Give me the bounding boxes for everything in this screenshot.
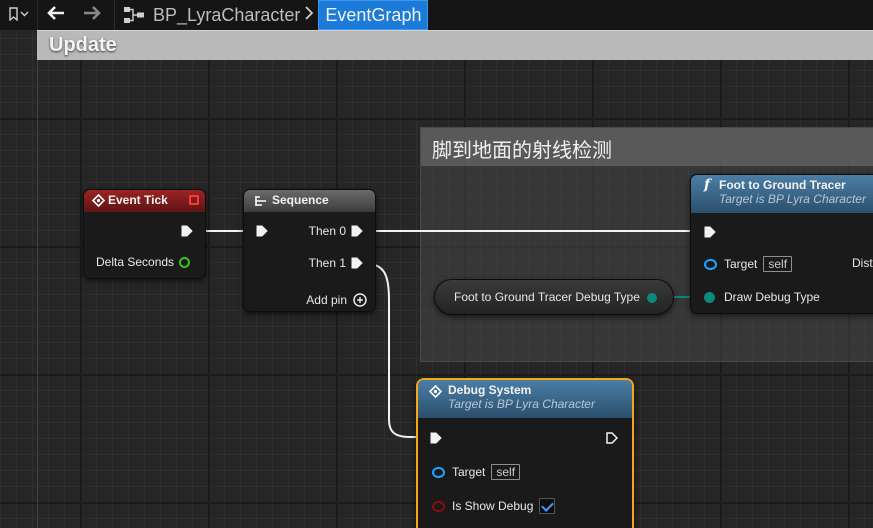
- sequence-icon: [253, 195, 267, 210]
- object-pin-icon[interactable]: [432, 466, 445, 478]
- blueprint-icon: [121, 0, 147, 30]
- toolbar-divider: [114, 0, 115, 30]
- foot-tracer-header: f Foot to Ground Tracer Target is BP Lyr…: [691, 175, 873, 213]
- tracer-target-label: Target: [724, 257, 758, 271]
- back-arrow-icon: [46, 5, 66, 26]
- forward-arrow-icon: [82, 5, 102, 26]
- debug-target-label: Target: [452, 465, 486, 479]
- then0-label: Then 0: [308, 224, 346, 238]
- bookmark-menu-button[interactable]: [0, 0, 38, 30]
- event-icon: [428, 384, 443, 401]
- add-pin-label: Add pin: [306, 293, 347, 307]
- enum-pin-icon[interactable]: [647, 293, 657, 303]
- is-show-debug-label: Is Show Debug: [452, 499, 534, 513]
- exec-in-pin[interactable]: [704, 226, 716, 238]
- forward-button[interactable]: [74, 0, 110, 30]
- tracer-draw-debug-label: Draw Debug Type: [724, 290, 820, 304]
- update-comment-title[interactable]: Update: [37, 30, 873, 60]
- float-pin-icon[interactable]: [179, 256, 191, 268]
- then0-row[interactable]: Then 0: [309, 224, 363, 238]
- foot-tracer-title: Foot to Ground Tracer: [719, 178, 846, 192]
- debug-target-row[interactable]: Target self: [432, 464, 521, 480]
- is-show-debug-checkbox[interactable]: [539, 498, 556, 514]
- event-tick-header: Event Tick: [84, 190, 205, 212]
- debug-system-header: Debug System Target is BP Lyra Character: [418, 380, 632, 418]
- exec-out-pin[interactable]: [181, 225, 193, 237]
- function-icon: f: [704, 177, 711, 193]
- enum-pin-icon[interactable]: [704, 291, 715, 303]
- exec-in-pin[interactable]: [256, 225, 268, 237]
- add-pin-button[interactable]: Add pin: [306, 293, 367, 307]
- event-icon: [91, 193, 106, 210]
- debug-system-subtitle: Target is BP Lyra Character: [448, 397, 595, 411]
- exec-in-pin[interactable]: [430, 432, 442, 444]
- debug-system-title: Debug System: [448, 383, 532, 397]
- then0-exec-pin[interactable]: [351, 225, 363, 237]
- graph-breadcrumb-bar: BP_LyraCharacter EventGraph: [0, 0, 873, 30]
- back-button[interactable]: [38, 0, 74, 30]
- debug-system-node[interactable]: Debug System Target is BP Lyra Character…: [416, 378, 634, 528]
- event-tick-title: Event Tick: [108, 193, 168, 207]
- foot-tracer-subtitle: Target is BP Lyra Character: [719, 192, 866, 206]
- breadcrumb-chevron-icon: [304, 5, 314, 26]
- delta-seconds-label: Delta Seconds: [96, 255, 175, 269]
- tracer-draw-debug-row[interactable]: Draw Debug Type: [704, 290, 820, 304]
- breadcrumb-blueprint[interactable]: BP_LyraCharacter: [153, 5, 300, 26]
- exec-out-pin[interactable]: [606, 432, 619, 444]
- bookmark-icon: [8, 5, 30, 26]
- debug-self-tag: self: [491, 464, 521, 480]
- add-pin-icon: [353, 293, 367, 307]
- tracer-dist-output[interactable]: Dist: [852, 256, 873, 270]
- breadcrumb-graph[interactable]: EventGraph: [318, 0, 429, 30]
- tracer-target-row[interactable]: Target self: [704, 256, 793, 272]
- tracer-dist-label: Dist: [852, 256, 873, 270]
- sequence-title: Sequence: [272, 193, 329, 207]
- event-tick-node[interactable]: Event Tick Delta Seconds: [83, 189, 206, 279]
- is-show-debug-row[interactable]: Is Show Debug: [432, 498, 556, 514]
- tracer-self-tag: self: [763, 256, 793, 272]
- sequence-header: Sequence: [244, 190, 375, 212]
- sequence-node[interactable]: Sequence Then 0 Then 1 Add pin: [243, 189, 376, 312]
- then1-row[interactable]: Then 1: [309, 256, 363, 270]
- object-pin-icon[interactable]: [704, 258, 717, 270]
- foot-tracer-node[interactable]: f Foot to Ground Tracer Target is BP Lyr…: [690, 174, 873, 314]
- delta-seconds-row[interactable]: Delta Seconds: [96, 255, 191, 269]
- bool-pin-icon[interactable]: [432, 500, 445, 512]
- delegate-pin-icon[interactable]: [189, 195, 199, 205]
- then1-exec-pin[interactable]: [351, 257, 363, 269]
- then1-label: Then 1: [308, 256, 346, 270]
- ray-check-comment-title[interactable]: 脚到地面的射线检测: [421, 128, 873, 166]
- debug-type-variable-node[interactable]: Foot to Ground Tracer Debug Type: [434, 279, 674, 315]
- debug-type-variable-label: Foot to Ground Tracer Debug Type: [454, 290, 640, 304]
